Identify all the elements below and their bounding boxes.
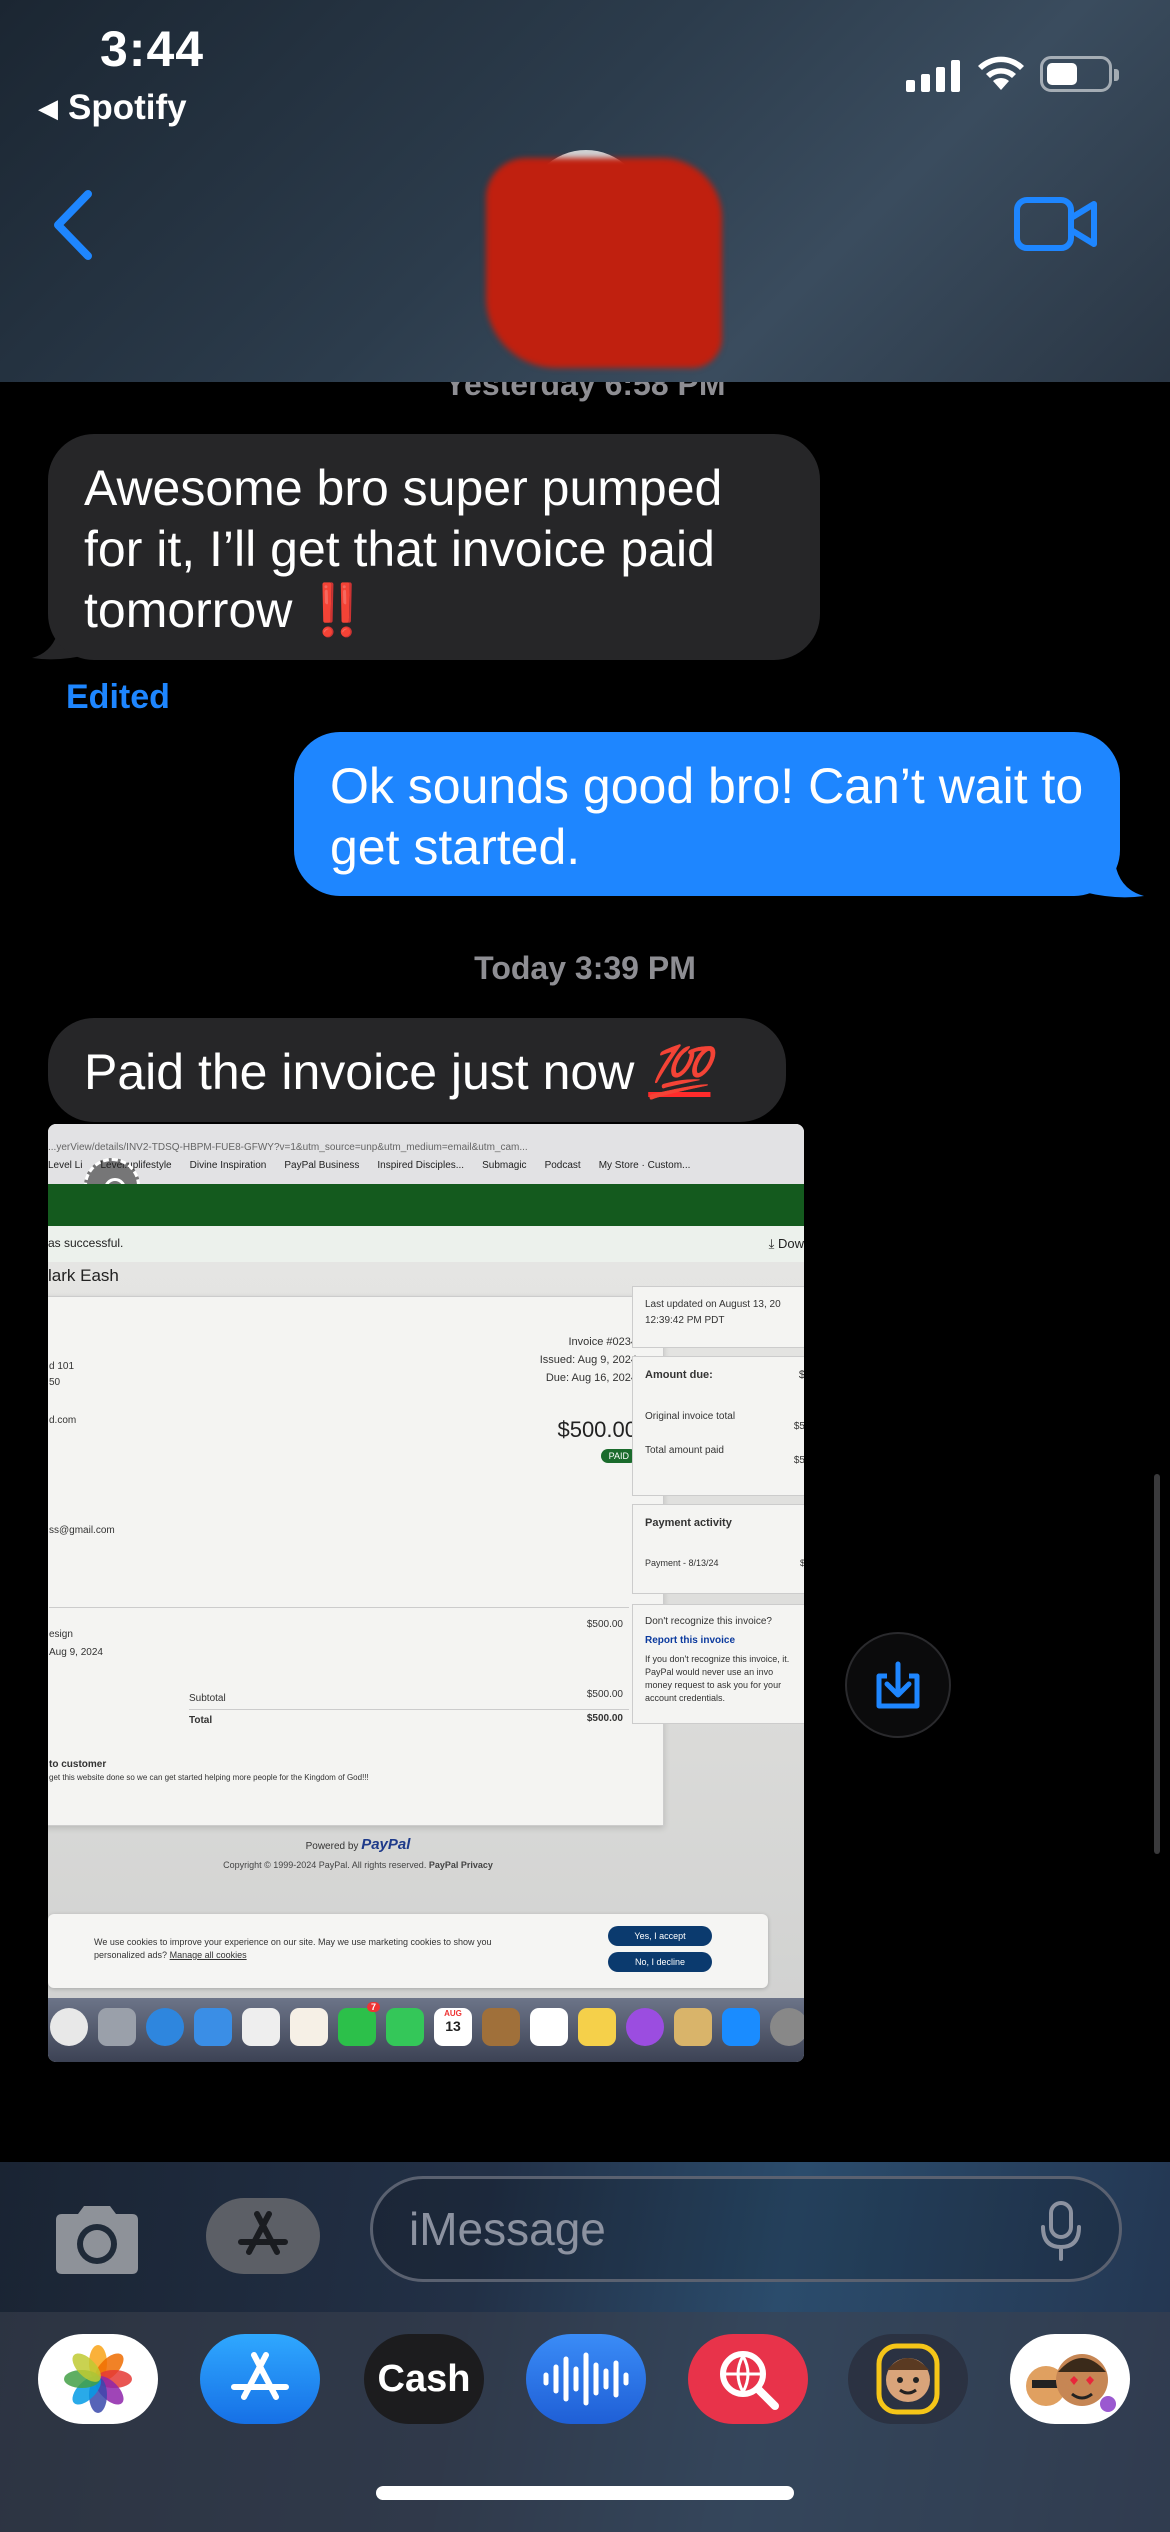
last-updated-box: Last updated on August 13, 20 12:39:42 P…	[632, 1286, 804, 1348]
item-date: Aug 9, 2024	[49, 1647, 103, 1658]
home-indicator[interactable]	[376, 2486, 794, 2500]
item-amount: $500.00	[586, 1619, 623, 1630]
payment-activity-box: Payment activity Payment - 8/13/24 $	[632, 1504, 804, 1594]
incoming-message-bubble[interactable]: Awesome bro super pumped for it, I’ll ge…	[48, 434, 820, 660]
subtotal-value: $500.00	[586, 1689, 623, 1700]
bookmarks-bar: Level Li Level.uplifestyle Divine Inspir…	[48, 1160, 690, 1171]
status-time: 3:44	[100, 21, 205, 77]
edited-label[interactable]: Edited	[66, 678, 170, 717]
save-to-photos-button[interactable]	[845, 1632, 951, 1738]
address-line: d 101	[49, 1361, 75, 1372]
bookmark: Divine Inspiration	[189, 1160, 267, 1171]
payment-success-banner: as successful.	[48, 1226, 804, 1262]
timestamp-today: Today 3:39 PM	[474, 950, 696, 986]
bookmark: Level Li	[48, 1160, 83, 1171]
invoice-photo-attachment[interactable]: ...yerView/details/INV2-TDSQ-HBPM-FUE8-G…	[48, 1124, 804, 2062]
bookmark: Podcast	[544, 1160, 581, 1171]
memoji-icon[interactable]	[848, 2334, 968, 2424]
bookmark: My Store · Custom...	[598, 1160, 691, 1171]
invoice-card: Invoice #0234 Issued: Aug 9, 2024 Due: A…	[48, 1296, 664, 1826]
note-title: to customer	[49, 1759, 107, 1770]
microphone-icon[interactable]	[1039, 2201, 1083, 2261]
header-overlay: 3:44 ◀ Spotify	[0, 0, 1170, 382]
camera-icon[interactable]	[50, 2202, 144, 2278]
address-line: 50	[49, 1377, 61, 1388]
domain-line: d.com	[49, 1415, 77, 1426]
app-store-icon[interactable]	[200, 2334, 320, 2424]
outgoing-message-bubble[interactable]: Ok sounds good bro! Can’t wait to get st…	[294, 732, 1120, 896]
video-camera-icon[interactable]	[1014, 196, 1098, 252]
bookmark: Submagic	[482, 1160, 527, 1171]
download-tray-icon	[876, 1661, 920, 1709]
wifi-icon	[978, 56, 1024, 90]
mac-dock: 7 AUG 13	[48, 1998, 804, 2062]
back-app-label: Spotify	[68, 88, 187, 127]
invoice-amount: $500.00	[557, 1417, 637, 1442]
incoming-message-bubble[interactable]: Paid the invoice just now 💯	[48, 1018, 786, 1122]
cookie-accept-button: Yes, I accept	[608, 1926, 712, 1946]
message-text: Awesome bro super pumped for it, I’ll ge…	[84, 460, 723, 638]
subtotal-label: Subtotal	[189, 1693, 226, 1704]
bookmark: Inspired Disciples...	[377, 1160, 465, 1171]
redaction-mark	[486, 158, 722, 368]
cellular-signal-icon	[906, 58, 960, 92]
total-label: Total	[189, 1715, 213, 1726]
battery-icon	[1040, 56, 1119, 92]
paypal-header-bar	[48, 1184, 804, 1226]
cookie-banner: We use cookies to improve your experienc…	[48, 1914, 768, 1988]
imessage-field[interactable]	[370, 2176, 1122, 2282]
note-body: get this website done so we can get star…	[49, 1773, 369, 1782]
item-name: esign	[49, 1629, 73, 1640]
app-drawer-button[interactable]	[206, 2198, 320, 2274]
app-store-icon	[238, 2211, 288, 2255]
apple-cash-icon[interactable]: Cash	[364, 2334, 484, 2424]
photos-icon[interactable]	[38, 2334, 158, 2424]
audio-message-icon[interactable]	[526, 2334, 646, 2424]
copyright-line: Copyright © 1999-2024 PayPal. All rights…	[223, 1860, 493, 1870]
chevron-left-icon[interactable]	[48, 188, 98, 262]
powered-by-paypal: Powered by PayPal	[305, 1836, 411, 1853]
total-value: $500.00	[586, 1713, 623, 1724]
double-exclamation-emoji: ‼️	[306, 582, 368, 638]
cash-label: Cash	[377, 2357, 471, 2400]
hundred-points-emoji: 💯	[648, 1044, 711, 1100]
download-link: ⤓ Dow	[768, 1236, 804, 1251]
cookie-decline-button: No, I decline	[608, 1952, 712, 1972]
message-text: Paid the invoice just now	[84, 1044, 649, 1100]
compose-bar: Cash	[0, 2162, 1170, 2532]
amount-due-box: Amount due: $ Original invoice total $5 …	[632, 1356, 804, 1496]
timestamp-yesterday: Yesterday 6:58 PM	[444, 382, 726, 402]
status-bar: 3:44 ◀ Spotify	[0, 0, 1170, 150]
invoice-meta: Invoice #0234 Issued: Aug 9, 2024 Due: A…	[539, 1336, 637, 1384]
message-text: Ok sounds good bro! Can’t wait to get st…	[330, 758, 1084, 875]
email-line: ss@gmail.com	[49, 1525, 115, 1536]
merchant-name: lark Eash	[48, 1266, 119, 1285]
back-to-app-link[interactable]: ◀ Spotify	[38, 88, 187, 128]
images-search-icon[interactable]	[688, 2334, 808, 2424]
message-input[interactable]	[409, 2197, 1009, 2261]
contact-avatar-redacted[interactable]	[486, 150, 722, 368]
scroll-indicator[interactable]	[1154, 1474, 1160, 1854]
back-triangle-icon: ◀	[38, 92, 58, 123]
report-box: Don't recognize this invoice? Report thi…	[632, 1604, 804, 1724]
bookmark: PayPal Business	[284, 1160, 360, 1171]
browser-url: ...yerView/details/INV2-TDSQ-HBPM-FUE8-G…	[48, 1142, 528, 1153]
message-thread[interactable]: Yesterday 6:58 PM Awesome bro super pump…	[0, 382, 1170, 2162]
memoji-stickers-icon[interactable]	[1010, 2334, 1130, 2424]
browser-chrome: ...yerView/details/INV2-TDSQ-HBPM-FUE8-G…	[48, 1124, 804, 1184]
